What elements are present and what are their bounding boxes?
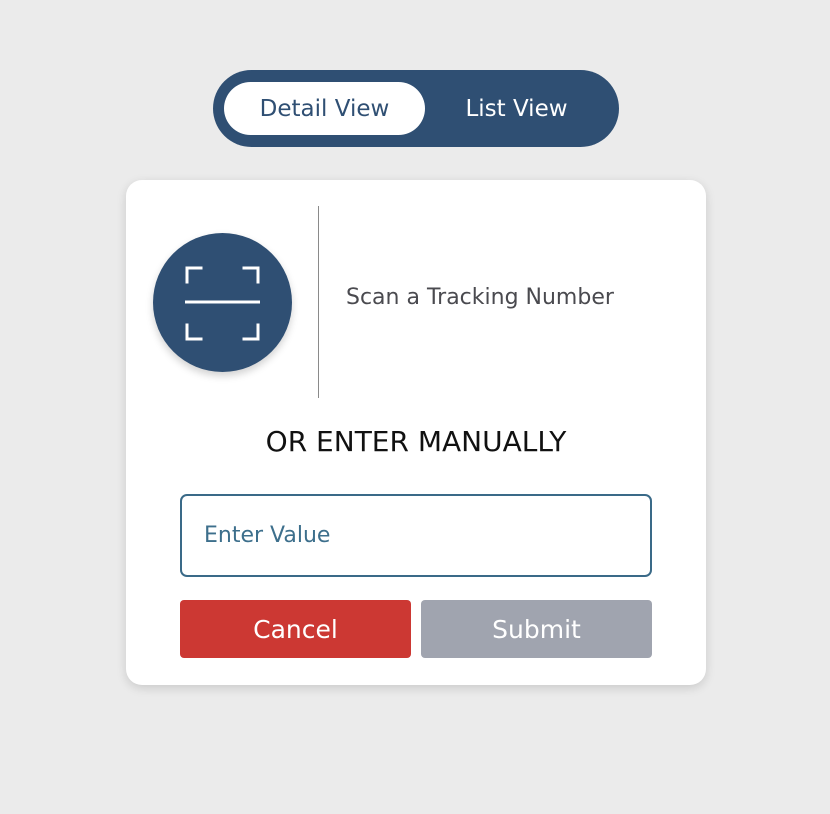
detail-view-tab[interactable]: Detail View — [224, 82, 425, 135]
manual-entry-heading: OR ENTER MANUALLY — [265, 425, 567, 458]
view-toggle: Detail View List View — [213, 70, 619, 147]
vertical-divider — [318, 206, 319, 398]
tracking-number-input[interactable] — [180, 494, 652, 577]
cancel-button[interactable]: Cancel — [180, 600, 411, 658]
scan-label: Scan a Tracking Number — [346, 285, 614, 310]
submit-button[interactable]: Submit — [421, 600, 652, 658]
tracking-entry-card: Scan a Tracking Number OR ENTER MANUALLY… — [126, 180, 706, 685]
scan-button[interactable] — [153, 233, 292, 372]
list-view-tab[interactable]: List View — [425, 82, 608, 135]
scan-frame-icon — [185, 266, 260, 341]
